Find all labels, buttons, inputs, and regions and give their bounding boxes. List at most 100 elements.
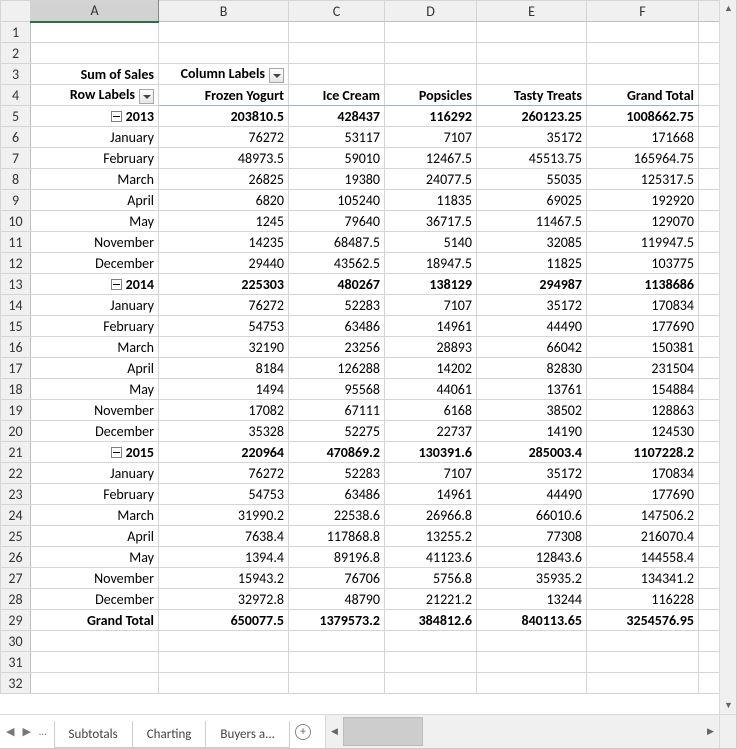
pivot-value[interactable]: 7107 xyxy=(385,463,477,484)
scroll-right-arrow[interactable]: ▶ xyxy=(702,723,719,740)
worksheet-grid[interactable]: A B C D E F 123Sum of SalesColumn Labels… xyxy=(0,0,719,694)
col-header-F[interactable]: F xyxy=(587,1,699,22)
pivot-value[interactable]: 22538.6 xyxy=(289,505,385,526)
pivot-value[interactable]: 52283 xyxy=(289,463,385,484)
col-header-A[interactable]: A xyxy=(31,1,159,22)
pivot-title-cell[interactable]: Sum of Sales xyxy=(31,64,159,85)
cell[interactable] xyxy=(699,505,720,526)
cell[interactable] xyxy=(31,631,159,652)
pivot-value[interactable]: 1394.4 xyxy=(159,547,289,568)
pivot-value[interactable]: 7107 xyxy=(385,295,477,316)
pivot-value[interactable]: 17082 xyxy=(159,400,289,421)
pivot-value[interactable]: 125317.5 xyxy=(587,169,699,190)
pivot-value[interactable]: 13761 xyxy=(477,379,587,400)
row-header-2[interactable]: 2 xyxy=(1,43,31,64)
cell[interactable] xyxy=(587,673,699,694)
pivot-value[interactable]: 77308 xyxy=(477,526,587,547)
col-header-overflow[interactable] xyxy=(699,1,720,22)
scroll-down-arrow[interactable]: ▼ xyxy=(720,697,737,714)
cell[interactable] xyxy=(699,463,720,484)
scroll-left-arrow[interactable]: ◀ xyxy=(326,723,343,740)
pivot-col-label[interactable]: Popsicles xyxy=(385,85,477,106)
cell[interactable] xyxy=(699,484,720,505)
pivot-value[interactable]: 11835 xyxy=(385,190,477,211)
pivot-year-label[interactable]: 2013 xyxy=(31,106,159,127)
cell[interactable] xyxy=(699,274,720,295)
cell[interactable] xyxy=(477,652,587,673)
row-header-26[interactable]: 26 xyxy=(1,547,31,568)
pivot-month-label[interactable]: December xyxy=(31,253,159,274)
pivot-value[interactable]: 126288 xyxy=(289,358,385,379)
row-header-21[interactable]: 21 xyxy=(1,442,31,463)
pivot-value[interactable]: 144558.4 xyxy=(587,547,699,568)
cell[interactable] xyxy=(699,421,720,442)
cell[interactable] xyxy=(699,652,720,673)
cell[interactable] xyxy=(587,43,699,64)
pivot-value[interactable]: 103775 xyxy=(587,253,699,274)
pivot-value[interactable]: 44061 xyxy=(385,379,477,400)
pivot-value[interactable]: 82830 xyxy=(477,358,587,379)
row-header-25[interactable]: 25 xyxy=(1,526,31,547)
pivot-month-label[interactable]: December xyxy=(31,421,159,442)
cell[interactable] xyxy=(699,43,720,64)
row-header-20[interactable]: 20 xyxy=(1,421,31,442)
row-header-19[interactable]: 19 xyxy=(1,400,31,421)
pivot-value[interactable]: 52275 xyxy=(289,421,385,442)
pivot-value[interactable]: 35172 xyxy=(477,463,587,484)
pivot-value[interactable]: 26966.8 xyxy=(385,505,477,526)
pivot-col-label[interactable]: Tasty Treats xyxy=(477,85,587,106)
cell[interactable] xyxy=(699,106,720,127)
row-header-30[interactable]: 30 xyxy=(1,631,31,652)
row-header-8[interactable]: 8 xyxy=(1,169,31,190)
row-header-17[interactable]: 17 xyxy=(1,358,31,379)
pivot-value[interactable]: 1245 xyxy=(159,211,289,232)
cell[interactable] xyxy=(587,64,699,85)
pivot-grand-total-label[interactable]: Grand Total xyxy=(31,610,159,631)
cell[interactable] xyxy=(699,253,720,274)
pivot-col-label[interactable]: Frozen Yogurt xyxy=(159,85,289,106)
cell[interactable] xyxy=(587,631,699,652)
row-header-13[interactable]: 13 xyxy=(1,274,31,295)
pivot-month-label[interactable]: May xyxy=(31,379,159,400)
pivot-value[interactable]: 35328 xyxy=(159,421,289,442)
cell[interactable] xyxy=(699,442,720,463)
pivot-value[interactable]: 36717.5 xyxy=(385,211,477,232)
pivot-value[interactable]: 35935.2 xyxy=(477,568,587,589)
column-labels-cell[interactable]: Column Labels xyxy=(159,64,289,85)
cell[interactable] xyxy=(289,652,385,673)
pivot-value[interactable]: 63486 xyxy=(289,316,385,337)
pivot-grand-total-value[interactable]: 3254576.95 xyxy=(587,610,699,631)
row-header-4[interactable]: 4 xyxy=(1,85,31,106)
cell[interactable] xyxy=(31,673,159,694)
cell[interactable] xyxy=(699,547,720,568)
row-header-7[interactable]: 7 xyxy=(1,148,31,169)
pivot-value[interactable]: 59010 xyxy=(289,148,385,169)
pivot-month-label[interactable]: May xyxy=(31,211,159,232)
pivot-month-label[interactable]: November xyxy=(31,568,159,589)
pivot-value[interactable]: 14961 xyxy=(385,484,477,505)
cell[interactable] xyxy=(699,232,720,253)
pivot-month-label[interactable]: November xyxy=(31,400,159,421)
pivot-value[interactable]: 150381 xyxy=(587,337,699,358)
pivot-year-total[interactable]: 225303 xyxy=(159,274,289,295)
cell[interactable] xyxy=(699,358,720,379)
cell[interactable] xyxy=(31,22,159,43)
pivot-value[interactable]: 22737 xyxy=(385,421,477,442)
dropdown-icon[interactable] xyxy=(269,68,284,83)
pivot-month-label[interactable]: April xyxy=(31,358,159,379)
pivot-month-label[interactable]: February xyxy=(31,148,159,169)
pivot-value[interactable]: 76272 xyxy=(159,127,289,148)
cell[interactable] xyxy=(699,589,720,610)
cell[interactable] xyxy=(289,64,385,85)
pivot-year-total[interactable]: 285003.4 xyxy=(477,442,587,463)
pivot-value[interactable]: 55035 xyxy=(477,169,587,190)
row-header-28[interactable]: 28 xyxy=(1,589,31,610)
pivot-value[interactable]: 154884 xyxy=(587,379,699,400)
col-header-D[interactable]: D xyxy=(385,1,477,22)
new-sheet-button[interactable]: + xyxy=(289,715,317,748)
pivot-year-label[interactable]: 2014 xyxy=(31,274,159,295)
pivot-month-label[interactable]: May xyxy=(31,547,159,568)
pivot-value[interactable]: 231504 xyxy=(587,358,699,379)
pivot-value[interactable]: 79640 xyxy=(289,211,385,232)
pivot-value[interactable]: 192920 xyxy=(587,190,699,211)
